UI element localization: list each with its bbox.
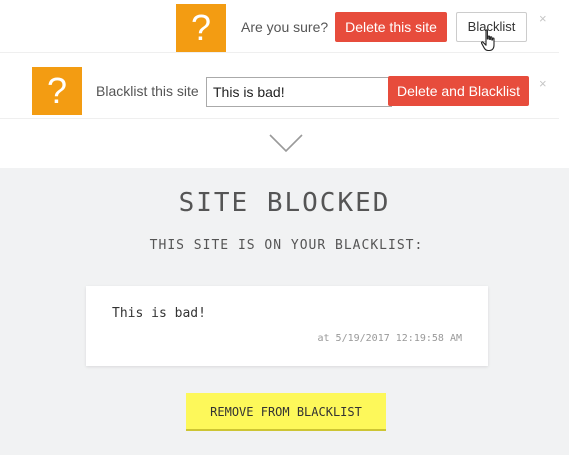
- reason-card: [86, 286, 488, 366]
- close-icon[interactable]: ×: [539, 11, 547, 26]
- blacklist-prompt: Blacklist this site: [96, 83, 199, 99]
- hand-pointer-icon: [480, 29, 495, 52]
- question-icon: ?: [176, 4, 226, 52]
- reason-text: This is bad!: [112, 306, 206, 321]
- remove-from-blacklist-button[interactable]: REMOVE FROM BLACKLIST: [186, 393, 386, 431]
- delete-and-blacklist-button[interactable]: Delete and Blacklist: [388, 76, 529, 106]
- timestamp: at 5/19/2017 12:19:58 AM: [317, 333, 463, 344]
- close-icon[interactable]: ×: [539, 76, 547, 91]
- page-title: SITE BLOCKED: [178, 188, 391, 218]
- question-icon: ?: [32, 67, 82, 115]
- reason-input[interactable]: [206, 77, 392, 107]
- confirm-prompt: Are you sure?: [241, 19, 329, 35]
- chevron-down-icon: [269, 134, 303, 153]
- page-subtitle: THIS SITE IS ON YOUR BLACKLIST:: [149, 238, 424, 253]
- delete-site-button[interactable]: Delete this site: [335, 12, 447, 42]
